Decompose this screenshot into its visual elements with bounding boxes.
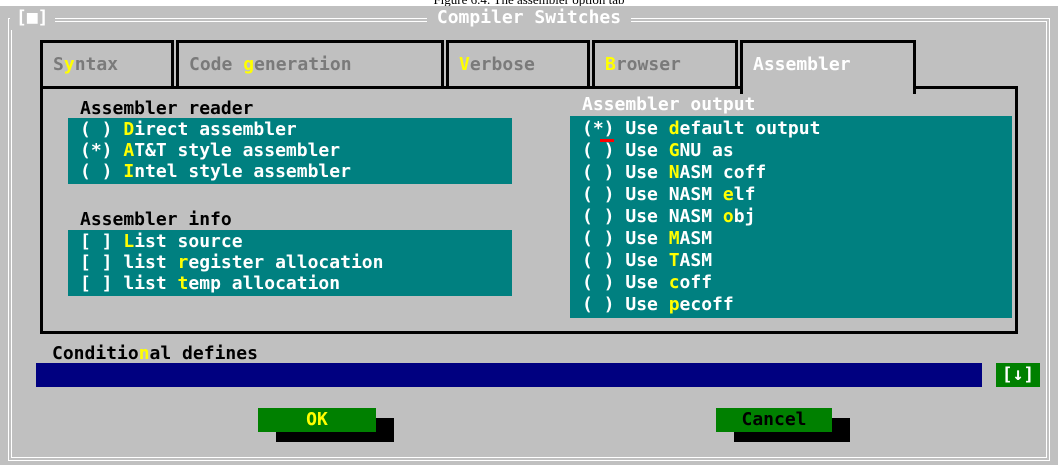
tab-code-generation[interactable]: Code generation xyxy=(176,40,444,86)
tab-browser[interactable]: Browser xyxy=(592,40,738,86)
assembler-output-label: Assembler output xyxy=(582,94,756,115)
radio-tasm[interactable]: ( ) Use TASM xyxy=(582,250,712,271)
history-dropdown-button[interactable]: [↓] xyxy=(996,363,1040,387)
radio-intel-style-assembler[interactable]: ( ) Intel style assembler xyxy=(80,161,351,182)
radio-gnu-as[interactable]: ( ) Use GNU as xyxy=(582,140,734,161)
ok-button[interactable]: OK xyxy=(258,408,376,432)
ok-button-wrapper: OK xyxy=(258,408,394,442)
checkbox-list-register-allocation[interactable]: [ ] list register allocation xyxy=(80,252,383,273)
radio-default-output[interactable]: (*) Use default output xyxy=(582,118,820,139)
radio-nasm-coff[interactable]: ( ) Use NASM coff xyxy=(582,162,766,183)
assembler-reader-label: Assembler reader xyxy=(80,98,254,119)
tab-assembler[interactable]: Assembler xyxy=(740,40,916,94)
checkbox-list-temp-allocation[interactable]: [ ] list temp allocation xyxy=(80,273,340,294)
assembler-info-checkbox-group: [ ] List source [ ] list register alloca… xyxy=(68,230,512,296)
conditional-defines-label: Conditional defines xyxy=(52,343,258,364)
dialog-title: Compiler Switches xyxy=(426,7,632,28)
assembler-output-radio-group: (*) Use default output ( ) Use GNU as ( … xyxy=(570,116,1012,318)
conditional-defines-input[interactable] xyxy=(36,363,982,387)
title-bar: Compiler Switches xyxy=(0,6,1058,30)
assembler-info-label: Assembler info xyxy=(80,209,232,230)
assembler-reader-radio-group: ( ) Direct assembler (*) AT&T style asse… xyxy=(68,118,512,184)
tab-syntax[interactable]: Syntax xyxy=(40,40,174,86)
close-box-icon[interactable]: [■] xyxy=(10,6,55,30)
radio-nasm-obj[interactable]: ( ) Use NASM obj xyxy=(582,206,755,227)
radio-nasm-elf[interactable]: ( ) Use NASM elf xyxy=(582,184,755,205)
radio-att-style-assembler[interactable]: (*) AT&T style assembler xyxy=(80,140,340,161)
tab-verbose[interactable]: Verbose xyxy=(446,40,590,86)
compiler-switches-dialog: Compiler Switches [■] Syntax Code genera… xyxy=(0,6,1058,465)
checkbox-list-source[interactable]: [ ] List source xyxy=(80,231,243,252)
radio-direct-assembler[interactable]: ( ) Direct assembler xyxy=(80,119,297,140)
radio-pecoff[interactable]: ( ) Use pecoff xyxy=(582,294,734,315)
cancel-button-wrapper: Cancel xyxy=(716,408,850,442)
radio-masm[interactable]: ( ) Use MASM xyxy=(582,228,712,249)
cancel-button[interactable]: Cancel xyxy=(716,408,832,432)
close-box-text[interactable]: [■] xyxy=(16,7,49,28)
radio-coff[interactable]: ( ) Use coff xyxy=(582,272,712,293)
